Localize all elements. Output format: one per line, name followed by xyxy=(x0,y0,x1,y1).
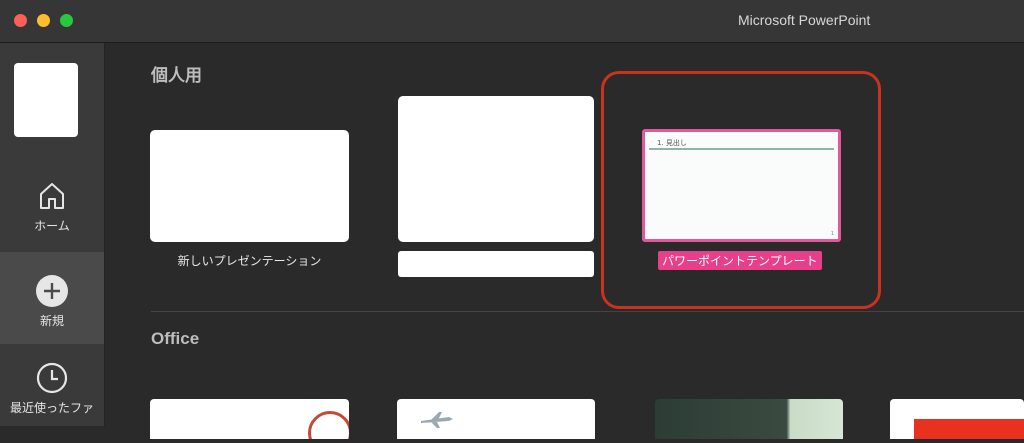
office-template-thumbnail[interactable] xyxy=(397,399,595,439)
decorative-band xyxy=(914,419,1024,439)
office-template-thumbnail[interactable] xyxy=(655,399,843,439)
title-bar: Microsoft PowerPoint xyxy=(0,0,1024,43)
template-gallery: 個人用 新しいプレゼンテーション 1. 見出し 1 パワーポイントテンプレート … xyxy=(105,43,1024,439)
template-caption: 新しいプレゼンテーション xyxy=(177,254,322,268)
airplane-icon xyxy=(421,412,453,428)
sidebar-item-label: 新規 xyxy=(39,314,64,328)
office-template-thumbnail[interactable] xyxy=(890,399,1024,439)
preview-underline xyxy=(649,148,834,150)
redacted-caption xyxy=(398,251,594,277)
preview-page-number: 1 xyxy=(830,231,834,237)
account-avatar[interactable] xyxy=(14,63,78,137)
sidebar-item-new[interactable]: 新規 xyxy=(0,252,104,344)
sidebar-item-recent[interactable]: 最近使ったファ xyxy=(0,353,104,443)
sidebar-item-home[interactable]: ホーム xyxy=(0,171,104,261)
section-title-office: Office xyxy=(151,329,200,348)
template-thumbnail-selected[interactable]: 1. 見出し 1 xyxy=(642,129,841,242)
section-divider xyxy=(151,311,1024,312)
home-icon xyxy=(40,183,64,209)
office-template-thumbnail[interactable] xyxy=(150,399,349,439)
template-caption-selected: パワーポイントテンプレート xyxy=(658,251,822,270)
clock-icon xyxy=(36,362,68,394)
section-title-personal: 個人用 xyxy=(151,66,202,85)
zoom-window-button[interactable] xyxy=(60,14,73,27)
sidebar: ホーム 新規 最近使ったファ xyxy=(0,43,105,426)
template-thumbnail-blank[interactable] xyxy=(150,130,349,242)
template-thumbnail-personal[interactable] xyxy=(398,96,594,242)
close-window-button[interactable] xyxy=(14,14,27,27)
sidebar-item-label: ホーム xyxy=(34,219,70,233)
minimize-window-button[interactable] xyxy=(37,14,50,27)
plus-icon xyxy=(36,275,68,307)
sidebar-item-label: 最近使ったファ xyxy=(9,401,94,415)
decorative-circle xyxy=(308,411,349,439)
window-title: Microsoft PowerPoint xyxy=(738,12,871,28)
preview-heading: 1. 見出し xyxy=(657,139,687,147)
